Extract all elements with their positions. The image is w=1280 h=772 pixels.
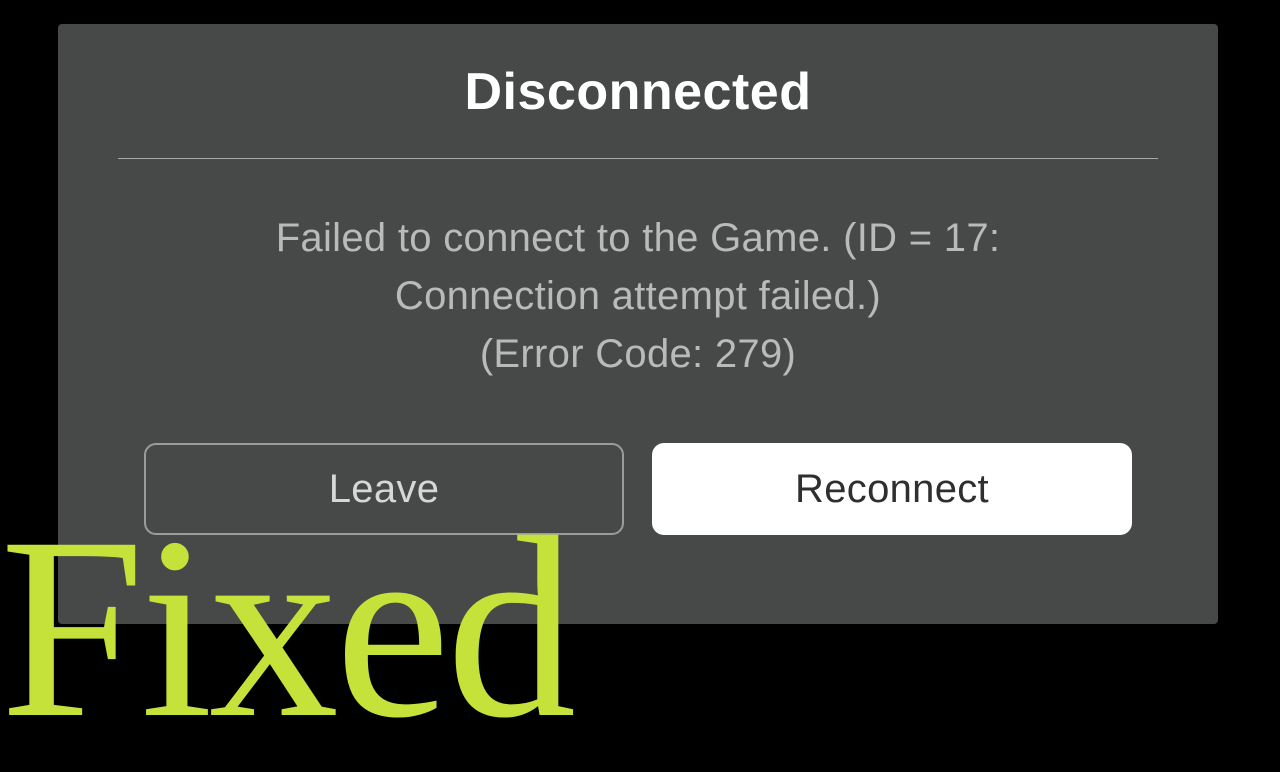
error-message: Failed to connect to the Game. (ID = 17:…: [276, 209, 1001, 383]
dialog-title: Disconnected: [465, 62, 812, 122]
fixed-overlay-text: Fixed: [0, 498, 572, 758]
divider: [118, 158, 1158, 159]
reconnect-button[interactable]: Reconnect: [652, 443, 1132, 535]
